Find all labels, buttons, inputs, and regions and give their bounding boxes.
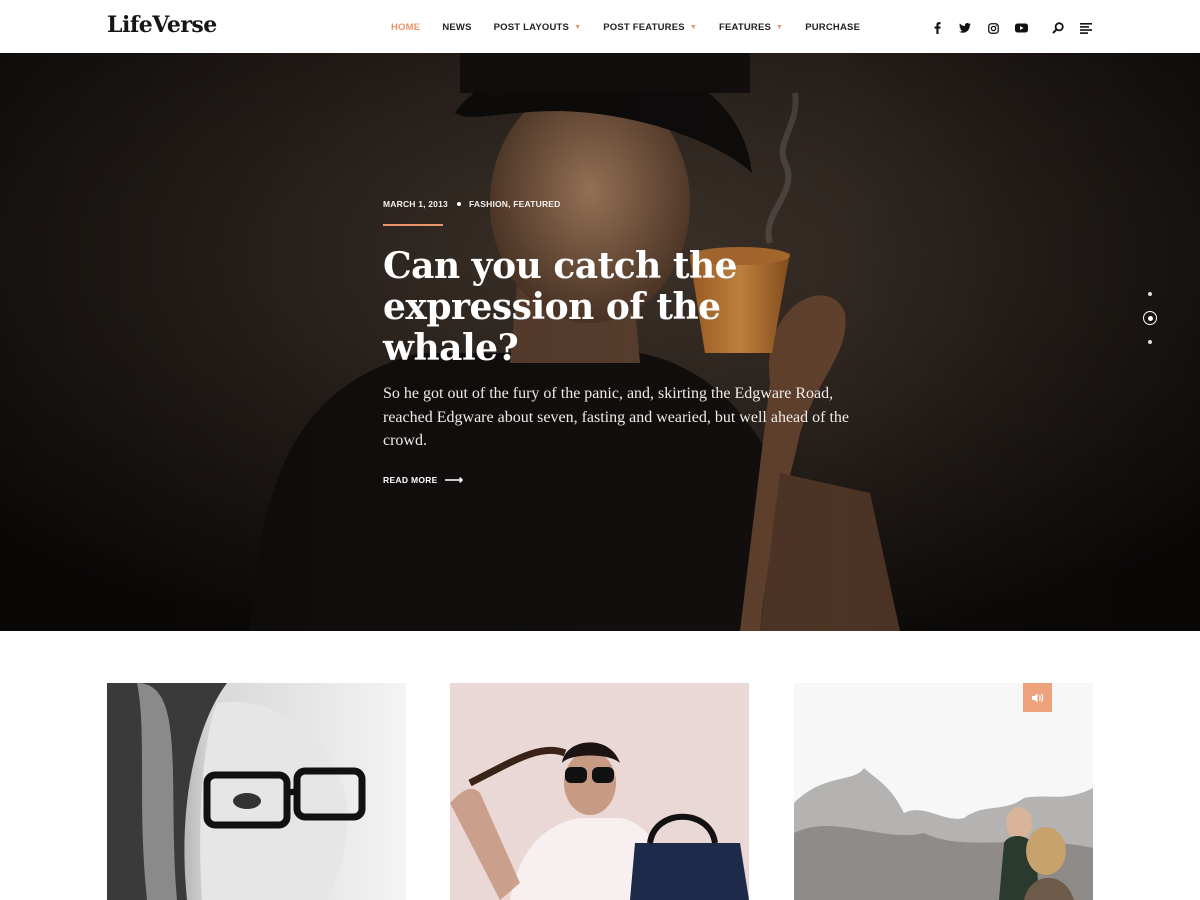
site-logo[interactable]: LifeVerse — [107, 12, 217, 38]
post-card[interactable] — [107, 683, 406, 900]
caret-down-icon: ▼ — [776, 24, 784, 31]
arrow-right-icon: ⟶ — [444, 471, 464, 487]
audio-badge — [1023, 683, 1052, 712]
post-categories[interactable]: FASHION, FEATURED — [469, 199, 561, 209]
nav-label: NEWS — [442, 22, 472, 33]
hero-title[interactable]: Can you catch the expression of the whal… — [383, 246, 853, 369]
slider-dot[interactable] — [1143, 287, 1157, 301]
nav-label: HOME — [391, 22, 421, 33]
slider-dot[interactable] — [1143, 335, 1157, 349]
menu-icon[interactable] — [1077, 19, 1095, 37]
post-card[interactable] — [450, 683, 749, 900]
header-tools — [1049, 19, 1105, 37]
nav-item-home[interactable]: HOME — [391, 22, 420, 33]
hero-excerpt: So he got out of the fury of the panic, … — [383, 385, 850, 449]
slider-dot-active[interactable] — [1143, 311, 1157, 325]
post-meta: MARCH 1, 2013 FASHION, FEATURED — [383, 199, 853, 209]
site-header: LifeVerse HOME NEWS POST LAYOUTS ▼ POST F… — [0, 0, 1200, 53]
hero-post: MARCH 1, 2013 FASHION, FEATURED Can you … — [383, 199, 853, 487]
search-icon[interactable] — [1049, 19, 1067, 37]
caret-down-icon: ▼ — [574, 24, 582, 31]
nav-item-features[interactable]: FEATURES ▼ — [719, 22, 783, 33]
hikers-rocks-photo — [794, 683, 1093, 900]
post-date[interactable]: MARCH 1, 2013 — [383, 199, 448, 209]
instagram-icon[interactable] — [984, 19, 1002, 37]
post-grid — [107, 683, 1093, 900]
read-more-label: READ MORE — [383, 474, 438, 485]
nav-item-post-features[interactable]: POST FEATURES ▼ — [603, 22, 697, 33]
facebook-icon[interactable] — [928, 19, 946, 37]
nav-item-purchase[interactable]: PURCHASE — [805, 22, 860, 33]
meta-separator — [456, 202, 461, 206]
nav-label: FEATURES — [718, 22, 772, 33]
woman-sunglasses-handbag-photo — [450, 683, 749, 900]
nav-label: POST FEATURES — [603, 22, 685, 33]
main-nav: HOME NEWS POST LAYOUTS ▼ POST FEATURES ▼ F… — [391, 22, 882, 33]
nav-label: PURCHASE — [805, 22, 861, 33]
read-more-link[interactable]: READ MORE ⟶ — [383, 471, 853, 487]
accent-divider — [383, 224, 443, 226]
slider-pagination — [1143, 287, 1157, 359]
nav-label: POST LAYOUTS — [493, 22, 570, 33]
audio-icon — [1031, 693, 1043, 702]
nav-item-post-layouts[interactable]: POST LAYOUTS ▼ — [494, 22, 582, 33]
woman-glasses-bw-photo — [107, 683, 406, 900]
social-links — [928, 19, 1040, 37]
nav-item-news[interactable]: NEWS — [442, 22, 471, 33]
twitter-icon[interactable] — [956, 19, 974, 37]
post-card[interactable] — [794, 683, 1093, 900]
hero-slider: MARCH 1, 2013 FASHION, FEATURED Can you … — [0, 53, 1200, 631]
caret-down-icon: ▼ — [689, 24, 697, 31]
youtube-icon[interactable] — [1012, 19, 1030, 37]
